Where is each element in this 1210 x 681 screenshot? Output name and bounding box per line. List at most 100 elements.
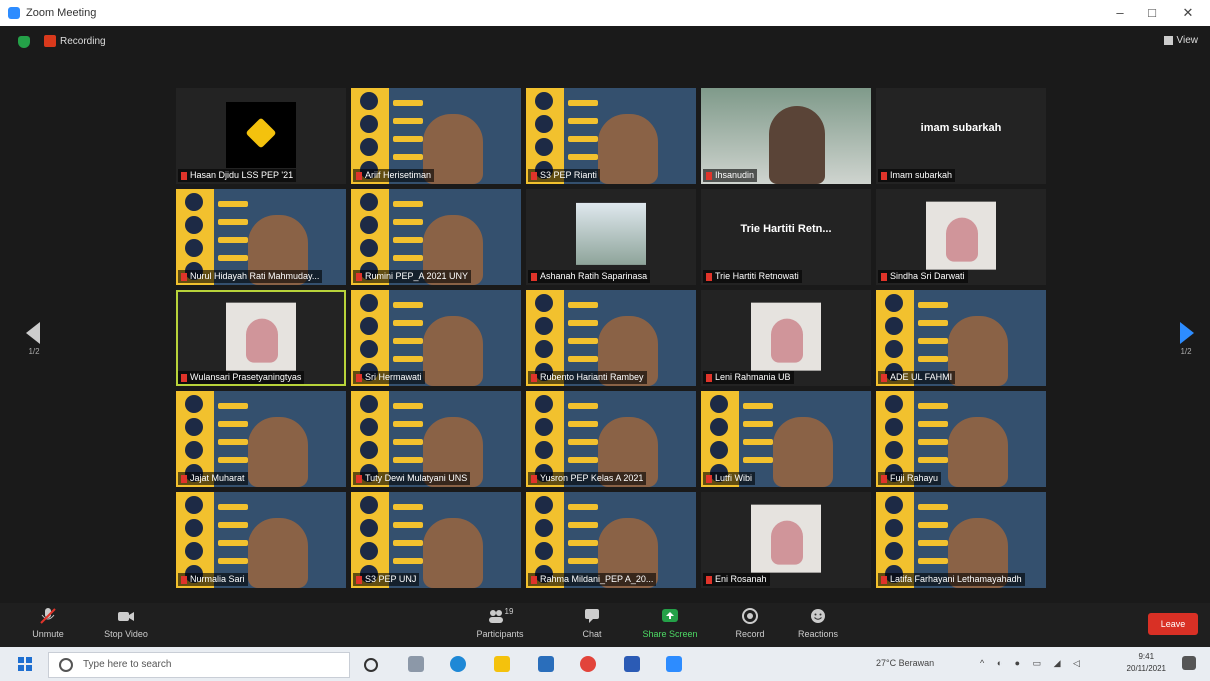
participant-tile[interactable]: Yusron PEP Kelas A 2021: [526, 391, 696, 487]
muted-mic-icon: [181, 272, 187, 281]
weather-widget[interactable]: 27°C Berawan: [876, 658, 934, 668]
participant-video: [948, 316, 1008, 386]
task-view-icon[interactable]: [408, 656, 424, 672]
meeting-stage: Recording View 1/2 1/2 Hasan Djidu LSS P…: [0, 26, 1210, 603]
zoom-app-icon: [8, 7, 20, 19]
participant-name: ADE UL FAHMI: [890, 372, 953, 382]
share-screen-button[interactable]: Share Screen: [636, 607, 704, 639]
taskbar-search-box[interactable]: Type here to search: [48, 652, 350, 678]
participant-tile[interactable]: Hasan Djidu LSS PEP '21: [176, 88, 346, 184]
unmute-button[interactable]: Unmute: [26, 607, 70, 639]
participant-tile[interactable]: Rubento Harianti Rambey: [526, 290, 696, 386]
participant-tile[interactable]: imam subarkah Imam subarkah: [876, 88, 1046, 184]
leave-button[interactable]: Leave: [1148, 613, 1198, 635]
windows-start-icon[interactable]: [18, 657, 32, 671]
chrome-icon[interactable]: [580, 656, 596, 672]
participants-count: 19: [504, 607, 514, 616]
cortana-icon[interactable]: [364, 658, 378, 672]
microphone-muted-icon: [39, 607, 57, 625]
security-shield-icon[interactable]: [18, 36, 30, 48]
participant-name-label: Imam subarkah: [878, 169, 956, 182]
participant-tile[interactable]: ADE UL FAHMI: [876, 290, 1046, 386]
muted-mic-icon: [706, 373, 712, 382]
participant-tile[interactable]: Lutfi Wibi: [701, 391, 871, 487]
participant-tile[interactable]: Sri Hermawati: [351, 290, 521, 386]
recording-indicator[interactable]: Recording: [44, 35, 106, 49]
record-button[interactable]: Record: [728, 607, 772, 639]
zoom-taskbar-icon[interactable]: [666, 656, 682, 672]
recording-label: Recording: [60, 36, 106, 47]
participant-name: Rumini PEP_A 2021 UNY: [365, 271, 469, 281]
participant-name: Rahma Mildani_PEP A_20...: [540, 574, 654, 584]
participant-tile[interactable]: Ashanah Ratih Saparinasa: [526, 189, 696, 285]
participant-name-label: Lutfi Wibi: [703, 472, 756, 485]
mail-icon[interactable]: [538, 656, 554, 672]
next-page-button[interactable]: 1/2: [1178, 322, 1194, 356]
profile-picture: [226, 302, 296, 371]
muted-mic-icon: [531, 373, 537, 382]
participant-name: Latifa Farhayani Lethamayahadh: [890, 574, 1022, 584]
participant-tile[interactable]: Ihsanudin: [701, 88, 871, 184]
view-button[interactable]: View: [1163, 35, 1198, 46]
participant-video: [248, 518, 308, 588]
search-icon: [59, 658, 73, 672]
file-explorer-icon[interactable]: [494, 656, 510, 672]
participant-tile[interactable]: Ariif Herisetiman: [351, 88, 521, 184]
participant-tile[interactable]: Tuty Dewi Mulatyani UNS: [351, 391, 521, 487]
participant-tile[interactable]: S3 PEP Rianti: [526, 88, 696, 184]
participant-name-label: Tuty Dewi Mulatyani UNS: [353, 472, 471, 485]
participant-tile[interactable]: Leni Rahmania UB: [701, 290, 871, 386]
muted-mic-icon: [181, 171, 187, 180]
participant-tile[interactable]: Nurmalia Sari: [176, 492, 346, 588]
reactions-button[interactable]: Reactions: [792, 607, 844, 639]
word-icon[interactable]: [624, 656, 640, 672]
participant-name-label: Fuji Rahayu: [878, 472, 942, 485]
taskbar-clock[interactable]: 9:41 20/11/2021: [1127, 651, 1166, 675]
participants-button[interactable]: 19 Participants: [468, 607, 532, 639]
share-screen-label: Share Screen: [642, 629, 698, 639]
participant-name: Yusron PEP Kelas A 2021: [540, 473, 644, 483]
participant-tile[interactable]: Fuji Rahayu: [876, 391, 1046, 487]
participants-label: Participants: [476, 629, 524, 639]
participant-tile[interactable]: Latifa Farhayani Lethamayahadh: [876, 492, 1046, 588]
muted-mic-icon: [881, 575, 887, 584]
participant-tile[interactable]: Wulansari Prasetyaningtyas: [176, 290, 346, 386]
participant-tile[interactable]: Nurul Hidayah Rati Mahmuday...: [176, 189, 346, 285]
share-screen-icon: [661, 607, 679, 625]
participant-tile[interactable]: Rahma Mildani_PEP A_20...: [526, 492, 696, 588]
participant-name: Ihsanudin: [715, 170, 755, 180]
participant-name-label: Latifa Farhayani Lethamayahadh: [878, 573, 1025, 586]
participants-icon: 19: [483, 607, 517, 625]
close-button[interactable]: ✕: [1178, 5, 1198, 21]
window-titlebar: Zoom Meeting – □ ✕: [0, 0, 1210, 26]
participant-name-label: Yusron PEP Kelas A 2021: [528, 472, 647, 485]
maximize-button[interactable]: □: [1142, 5, 1162, 20]
participant-name: Eni Rosanah: [715, 574, 767, 584]
record-icon: [741, 607, 759, 625]
video-camera-icon: [117, 607, 135, 625]
participant-tile[interactable]: S3 PEP UNJ: [351, 492, 521, 588]
participant-tile[interactable]: Trie Hartiti Retn... Trie Hartiti Retnowa…: [701, 189, 871, 285]
notification-icon[interactable]: [1182, 656, 1196, 670]
window-title: Zoom Meeting: [26, 7, 97, 19]
gallery-grid: Hasan Djidu LSS PEP '21 Ariif Herisetiman…: [176, 88, 1046, 588]
participant-tile[interactable]: Jajat Muharat: [176, 391, 346, 487]
chevron-left-icon: [26, 322, 40, 344]
record-dot-icon: [44, 35, 56, 48]
participant-tile[interactable]: Sindha Sri Darwati: [876, 189, 1046, 285]
system-tray-icons[interactable]: ^ ◐ ● ▭ ◢ ◁: [980, 658, 1085, 669]
muted-mic-icon: [881, 373, 887, 382]
chat-button[interactable]: Chat: [572, 607, 612, 639]
minimize-button[interactable]: –: [1110, 5, 1130, 20]
participant-video: [423, 316, 483, 386]
edge-browser-icon[interactable]: [450, 656, 466, 672]
page-indicator-left: 1/2: [28, 347, 40, 356]
previous-page-button[interactable]: 1/2: [26, 322, 42, 356]
reactions-label: Reactions: [797, 629, 839, 639]
participant-tile[interactable]: Rumini PEP_A 2021 UNY: [351, 189, 521, 285]
page-indicator-right: 1/2: [1180, 347, 1192, 356]
participant-tile[interactable]: Eni Rosanah: [701, 492, 871, 588]
windows-taskbar: Type here to search 27°C Berawan ^ ◐ ● ▭…: [0, 647, 1210, 681]
muted-mic-icon: [706, 474, 712, 483]
stop-video-button[interactable]: Stop Video: [96, 607, 156, 639]
